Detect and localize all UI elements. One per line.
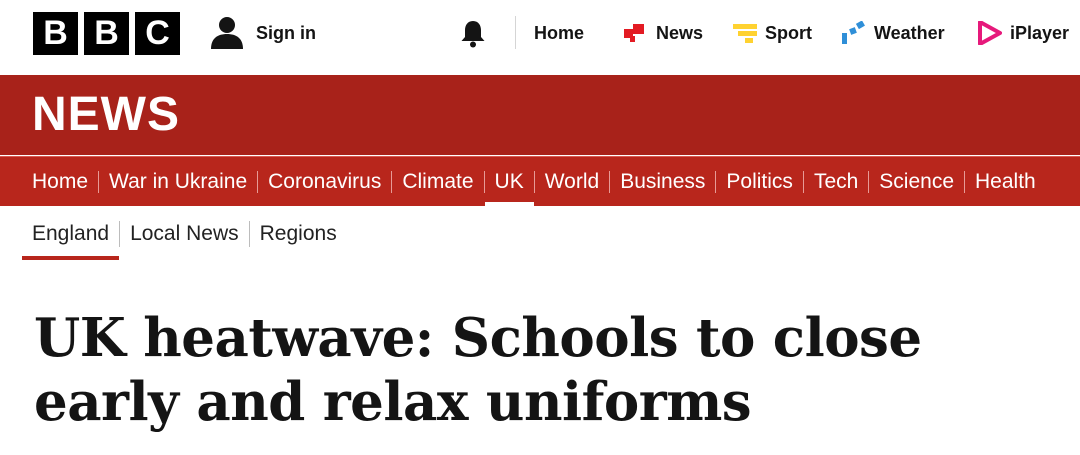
section-item-home[interactable]: Home: [22, 157, 98, 207]
topnav-iplayer[interactable]: iPlayer: [978, 16, 1069, 50]
news-title[interactable]: NEWS: [32, 88, 180, 142]
topnav-weather-label: Weather: [874, 22, 945, 43]
topnav-sport[interactable]: Sport: [733, 16, 812, 50]
topnav-home-label: Home: [534, 22, 585, 43]
sub-nav-item-england[interactable]: England: [22, 213, 120, 260]
section-item-business[interactable]: Business: [610, 157, 715, 207]
bbc-logo[interactable]: B B C: [33, 12, 180, 55]
user-icon: [211, 17, 243, 49]
sub-nav: England Local News Regions: [22, 210, 347, 260]
section-item-politics[interactable]: Politics: [716, 157, 803, 207]
section-item-tech[interactable]: Tech: [804, 157, 868, 207]
sign-in-link[interactable]: Sign in: [210, 16, 316, 50]
topnav-news-label: News: [656, 22, 704, 43]
iplayer-icon: [978, 21, 1002, 45]
sub-nav-item-regions[interactable]: Regions: [250, 213, 347, 255]
global-header: B B C Sign in Home News Sport Weather iP…: [0, 0, 1080, 75]
news-icon: [624, 24, 644, 42]
sport-icon: [733, 24, 757, 43]
article-headline: UK heatwave: Schools to close early and …: [34, 307, 922, 433]
bell-icon[interactable]: [458, 18, 488, 48]
topnav-iplayer-label: iPlayer: [1010, 22, 1070, 43]
bbc-logo-letter: B: [84, 12, 129, 55]
section-item-uk[interactable]: UK: [484, 157, 534, 207]
bbc-logo-letter: B: [33, 12, 78, 55]
section-nav-items: Home War in Ukraine Coronavirus Climate …: [22, 157, 1046, 207]
topnav-sport-label: Sport: [765, 22, 812, 43]
section-item-climate[interactable]: Climate: [392, 157, 483, 207]
topnav-home[interactable]: Home: [534, 16, 584, 50]
sub-nav-item-local-news[interactable]: Local News: [120, 213, 249, 255]
section-item-science[interactable]: Science: [869, 157, 964, 207]
section-item-war-in-ukraine[interactable]: War in Ukraine: [99, 157, 257, 207]
section-nav: Home War in Ukraine Coronavirus Climate …: [0, 156, 1080, 207]
sign-in-label: Sign in: [256, 22, 316, 43]
bbc-logo-letter: C: [135, 12, 180, 55]
section-item-health[interactable]: Health: [965, 157, 1046, 207]
topnav-weather[interactable]: Weather: [842, 16, 945, 50]
header-divider: [515, 16, 516, 49]
weather-icon: [842, 21, 865, 44]
section-item-coronavirus[interactable]: Coronavirus: [258, 157, 391, 207]
section-item-world[interactable]: World: [535, 157, 609, 207]
topnav-news[interactable]: News: [624, 16, 703, 50]
